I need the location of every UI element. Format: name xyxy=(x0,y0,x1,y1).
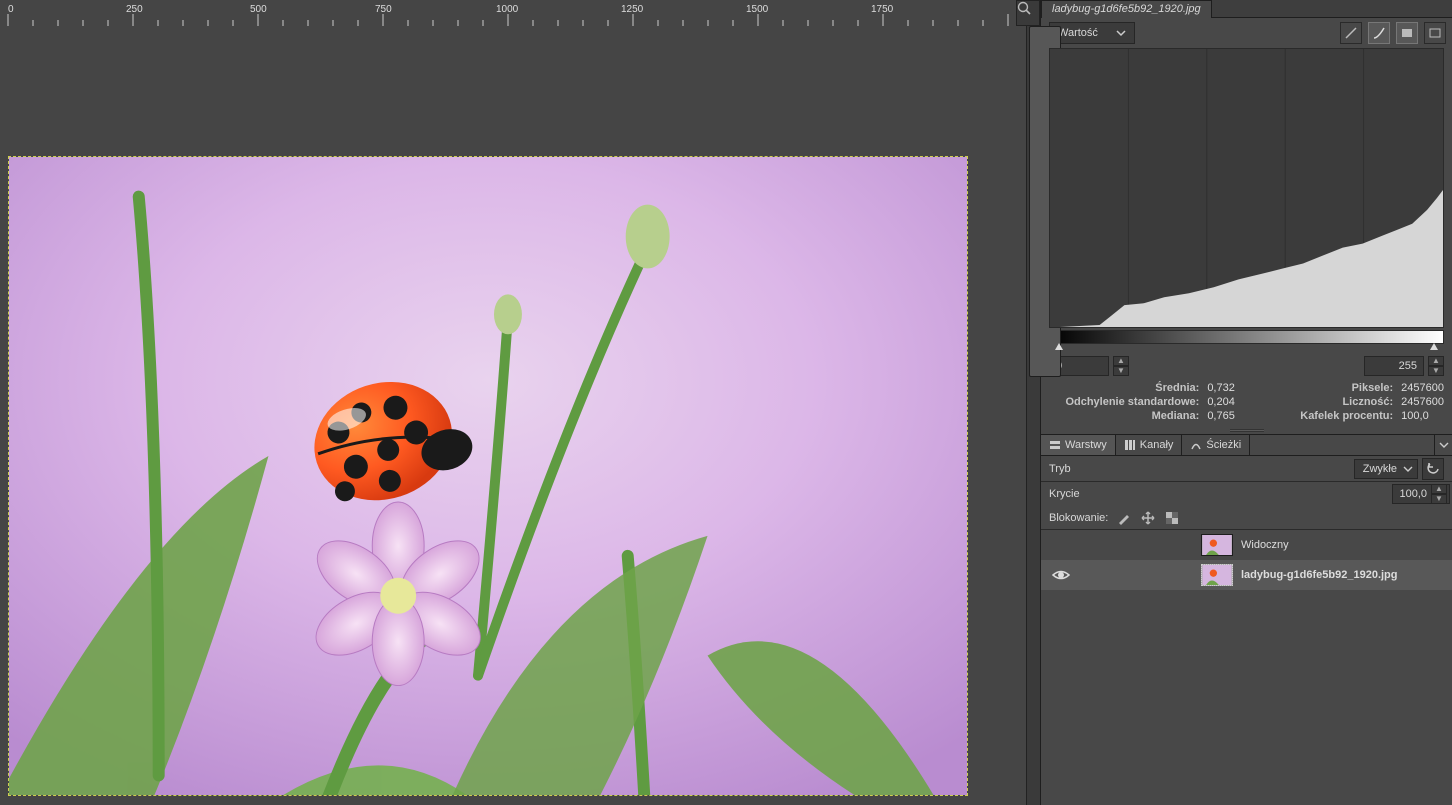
horizontal-ruler[interactable]: 0 250 500 750 1000 1250 1500 1750 xyxy=(0,0,1040,26)
histogram-display[interactable] xyxy=(1049,48,1444,328)
stat-pixels-label: Piksele: xyxy=(1243,382,1393,394)
layer-name: ladybug-g1d6fe5b92_1920.jpg xyxy=(1241,569,1398,581)
svg-text:1500: 1500 xyxy=(746,4,769,15)
svg-text:1750: 1750 xyxy=(871,4,894,15)
lock-pixels-button[interactable] xyxy=(1116,510,1132,526)
canvas-pane: 0 250 500 750 1000 1250 1500 1750 xyxy=(0,0,1040,805)
canvas-viewport[interactable] xyxy=(0,26,1040,805)
svg-text:1250: 1250 xyxy=(621,4,644,15)
mode-label: Tryb xyxy=(1049,463,1071,475)
layer-list: Widoczny ladybug-g1d6fe5b92_1920.jpg xyxy=(1041,530,1452,805)
stat-tile-label: Kafelek procentu: xyxy=(1243,410,1393,422)
layer-row[interactable]: ladybug-g1d6fe5b92_1920.jpg xyxy=(1041,560,1452,590)
svg-text:750: 750 xyxy=(375,4,392,15)
stat-mean-value: 0,732 xyxy=(1207,382,1235,394)
histogram-max-input[interactable] xyxy=(1364,356,1424,376)
histogram-channel-label: Wartość xyxy=(1058,27,1098,39)
dock-resize-grip[interactable] xyxy=(1041,426,1452,434)
tab-layers[interactable]: Warstwy xyxy=(1041,435,1116,455)
svg-text:1000: 1000 xyxy=(496,4,519,15)
stat-median-value: 0,765 xyxy=(1207,410,1235,422)
histogram-log-button[interactable] xyxy=(1368,22,1390,44)
spinner-max[interactable]: ▲▼ xyxy=(1428,356,1444,376)
side-dock: ladybug-g1d6fe5b92_1920.jpg Wartość xyxy=(1040,0,1452,805)
svg-text:0: 0 xyxy=(8,4,14,15)
tab-channels[interactable]: Kanały xyxy=(1116,435,1183,455)
svg-text:500: 500 xyxy=(250,4,267,15)
layer-row[interactable]: Widoczny xyxy=(1041,530,1452,560)
mode-switch-button[interactable] xyxy=(1422,458,1444,480)
opacity-row: Krycie 100,0 ▲▼ xyxy=(1041,482,1452,506)
lock-alpha-button[interactable] xyxy=(1164,510,1180,526)
image-canvas[interactable] xyxy=(8,156,968,796)
histogram-channel-dropdown[interactable]: Wartość xyxy=(1049,22,1135,44)
histogram-stats: Średnia: 0,732 Piksele: 2457600 Odchylen… xyxy=(1049,382,1444,422)
opacity-label: Krycie xyxy=(1049,488,1080,500)
vertical-scrollbar[interactable] xyxy=(1026,26,1040,805)
stat-median-label: Mediana: xyxy=(1049,410,1199,422)
histogram-style1-button[interactable] xyxy=(1396,22,1418,44)
stat-pixels-value: 2457600 xyxy=(1401,382,1444,394)
lock-position-button[interactable] xyxy=(1140,510,1156,526)
spinner-min[interactable]: ▲▼ xyxy=(1113,356,1129,376)
panel-tabs: Warstwy Kanały Ścieżki xyxy=(1041,434,1452,456)
lock-row: Blokowanie: xyxy=(1041,506,1452,530)
svg-text:250: 250 xyxy=(126,4,143,15)
zoom-toggle-button[interactable] xyxy=(1016,0,1040,26)
stat-count-label: Liczność: xyxy=(1243,396,1393,408)
histogram-header: Wartość xyxy=(1041,18,1452,48)
stat-count-value: 2457600 xyxy=(1401,396,1444,408)
histogram-gradient xyxy=(1049,330,1444,344)
layer-thumbnail xyxy=(1201,534,1233,556)
range-slider-min[interactable] xyxy=(1055,343,1063,351)
histogram-linear-button[interactable] xyxy=(1340,22,1362,44)
range-slider-max[interactable] xyxy=(1430,343,1438,351)
stat-stddev-label: Odchylenie standardowe: xyxy=(1049,396,1199,408)
file-tab[interactable]: ladybug-g1d6fe5b92_1920.jpg xyxy=(1041,0,1212,18)
layer-thumbnail xyxy=(1201,564,1233,586)
opacity-input[interactable]: 100,0 ▲▼ xyxy=(1392,484,1450,504)
layer-name: Widoczny xyxy=(1241,539,1289,551)
histogram-style2-button[interactable] xyxy=(1424,22,1446,44)
stat-mean-label: Średnia: xyxy=(1049,382,1199,394)
tab-paths[interactable]: Ścieżki xyxy=(1182,435,1250,455)
lock-label: Blokowanie: xyxy=(1049,512,1108,524)
mode-dropdown[interactable]: Zwykłe xyxy=(1354,459,1418,479)
visibility-toggle[interactable] xyxy=(1049,568,1073,582)
file-tab-bar: ladybug-g1d6fe5b92_1920.jpg xyxy=(1041,0,1452,18)
panel-menu-button[interactable] xyxy=(1434,435,1452,455)
stat-tile-value: 100,0 xyxy=(1401,410,1444,422)
mode-row: Tryb Zwykłe xyxy=(1041,456,1452,482)
stat-stddev-value: 0,204 xyxy=(1207,396,1235,408)
